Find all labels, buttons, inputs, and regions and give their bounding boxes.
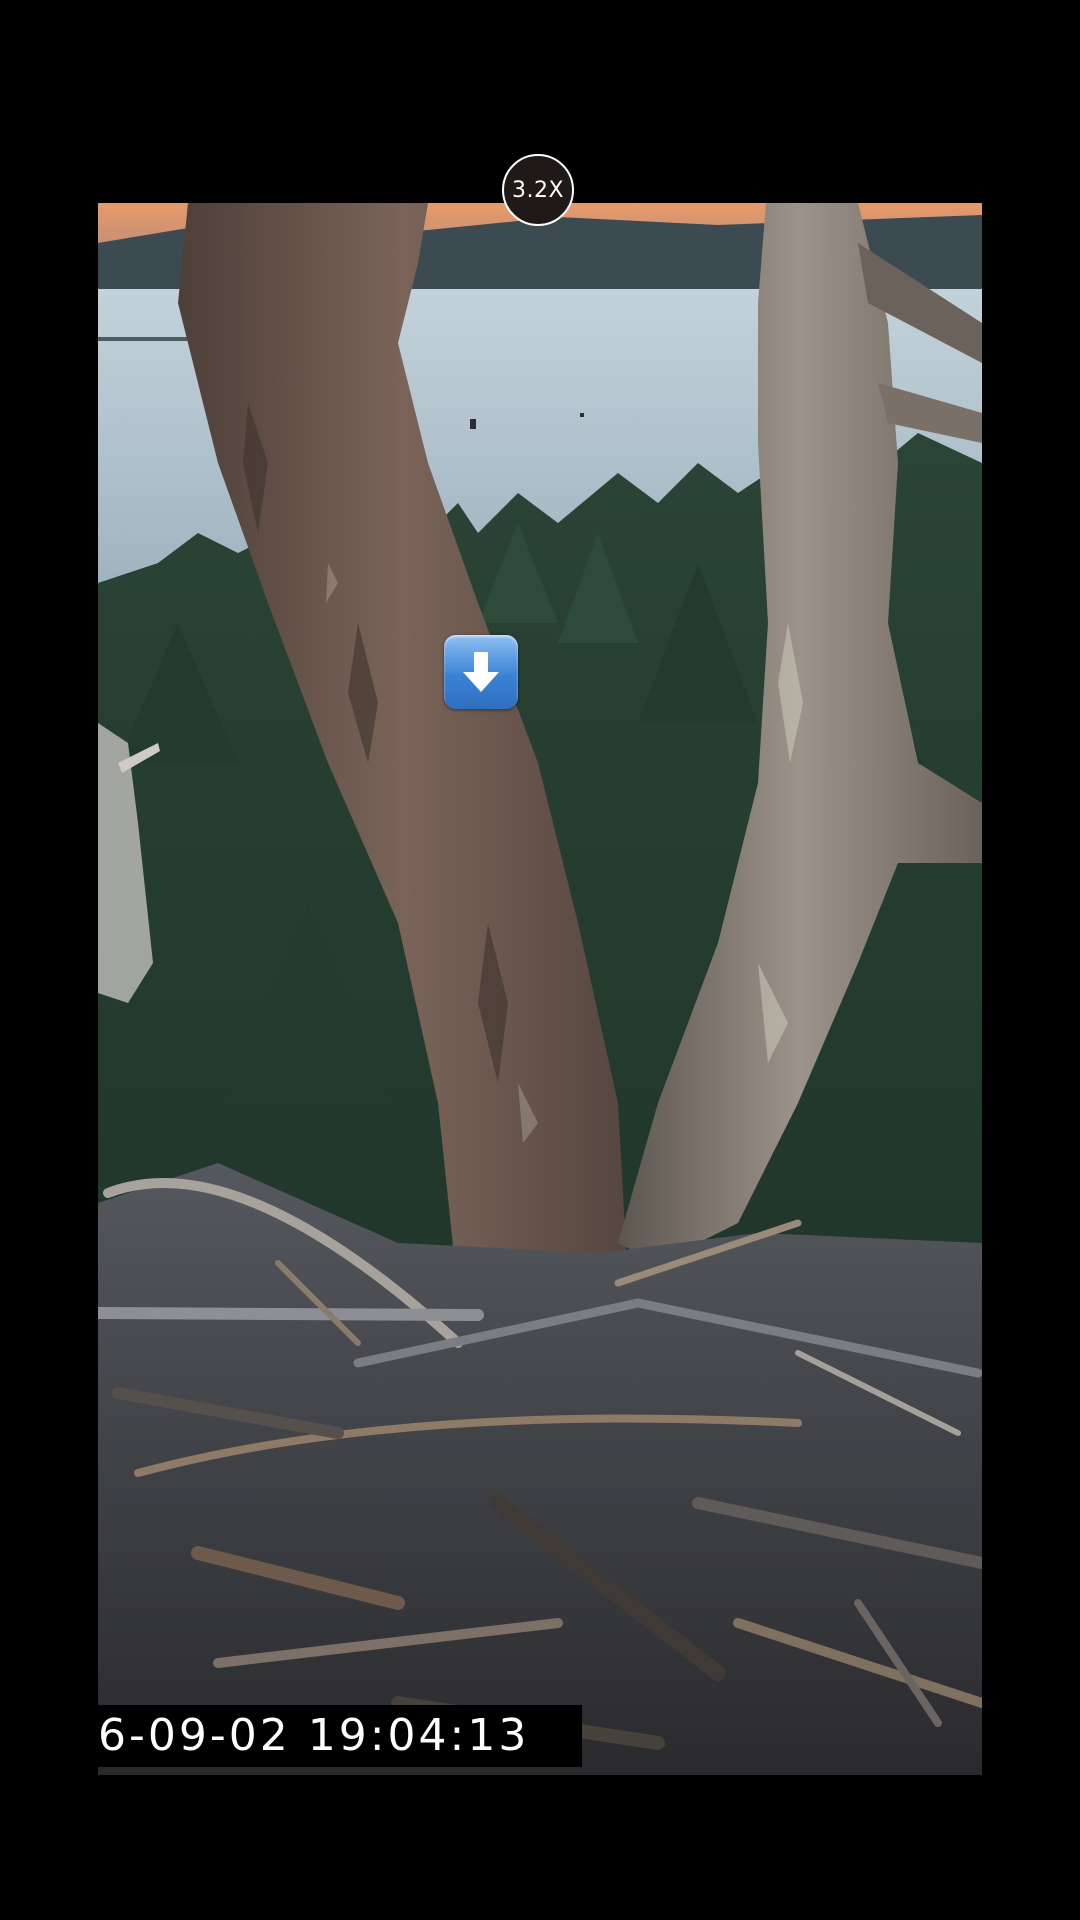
zoom-level-label: 3.2X bbox=[511, 177, 565, 203]
down-arrow-icon bbox=[463, 652, 499, 692]
zoom-level-badge[interactable]: 3.2X bbox=[502, 154, 574, 226]
camera-feed-image[interactable] bbox=[98, 203, 982, 1775]
screen: 3.2X 6-09-02 19:04:13 bbox=[0, 0, 1080, 1920]
download-button[interactable] bbox=[444, 635, 518, 709]
camera-timestamp: 6-09-02 19:04:13 bbox=[98, 1710, 530, 1761]
nest-cam-scene bbox=[98, 203, 982, 1775]
camera-timestamp-overlay: 6-09-02 19:04:13 bbox=[98, 1705, 582, 1767]
